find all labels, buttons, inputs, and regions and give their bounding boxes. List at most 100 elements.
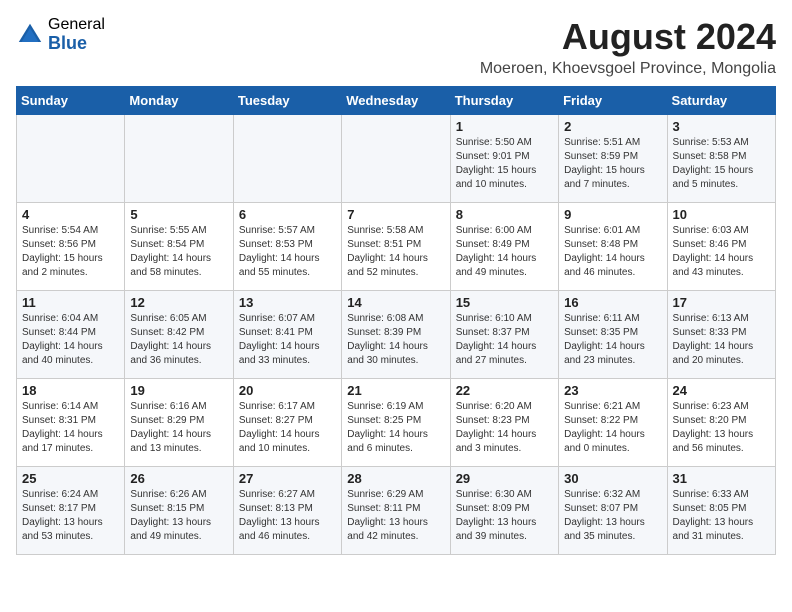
day-info: Sunrise: 6:30 AM Sunset: 8:09 PM Dayligh… [456, 488, 553, 544]
calendar-cell: 11 Sunrise: 6:04 AM Sunset: 8:44 PM Dayli… [17, 291, 125, 379]
day-info: Sunrise: 6:00 AM Sunset: 8:49 PM Dayligh… [456, 224, 553, 280]
day-number: 25 [22, 471, 119, 486]
day-number: 30 [564, 471, 661, 486]
calendar-cell: 23 Sunrise: 6:21 AM Sunset: 8:22 PM Dayli… [559, 379, 667, 467]
logo-icon [16, 21, 44, 49]
day-info: Sunrise: 5:50 AM Sunset: 9:01 PM Dayligh… [456, 136, 553, 192]
day-info: Sunrise: 6:10 AM Sunset: 8:37 PM Dayligh… [456, 312, 553, 368]
day-info: Sunrise: 5:54 AM Sunset: 8:56 PM Dayligh… [22, 224, 119, 280]
day-number: 4 [22, 207, 119, 222]
logo-text: General Blue [48, 16, 105, 53]
day-number: 17 [673, 295, 770, 310]
calendar-cell: 18Sunrise: 6:14 AM Sunset: 8:31 PM Dayli… [17, 379, 125, 467]
logo: General Blue [16, 16, 105, 53]
calendar-cell: 26 Sunrise: 6:26 AM Sunset: 8:15 PM Dayli… [125, 467, 233, 555]
calendar-cell: 19 Sunrise: 6:16 AM Sunset: 8:29 PM Dayli… [125, 379, 233, 467]
logo-blue: Blue [48, 34, 105, 54]
calendar-cell: 15 Sunrise: 6:10 AM Sunset: 8:37 PM Dayli… [450, 291, 558, 379]
day-number: 23 [564, 383, 661, 398]
day-info: Sunrise: 6:11 AM Sunset: 8:35 PM Dayligh… [564, 312, 661, 368]
weekday-header-saturday: Saturday [667, 87, 775, 115]
day-info: Sunrise: 6:20 AM Sunset: 8:23 PM Dayligh… [456, 400, 553, 456]
calendar-header-row: SundayMondayTuesdayWednesdayThursdayFrid… [17, 87, 776, 115]
calendar-cell: 10 Sunrise: 6:03 AM Sunset: 8:46 PM Dayli… [667, 203, 775, 291]
day-info: Sunrise: 5:53 AM Sunset: 8:58 PM Dayligh… [673, 136, 770, 192]
day-info: Sunrise: 6:23 AM Sunset: 8:20 PM Dayligh… [673, 400, 770, 456]
day-number: 2 [564, 119, 661, 134]
calendar-cell: 24Sunrise: 6:23 AM Sunset: 8:20 PM Dayli… [667, 379, 775, 467]
day-number: 8 [456, 207, 553, 222]
day-info: Sunrise: 6:04 AM Sunset: 8:44 PM Dayligh… [22, 312, 119, 368]
day-number: 15 [456, 295, 553, 310]
day-info: Sunrise: 5:55 AM Sunset: 8:54 PM Dayligh… [130, 224, 227, 280]
day-info: Sunrise: 6:21 AM Sunset: 8:22 PM Dayligh… [564, 400, 661, 456]
calendar-cell: 21Sunrise: 6:19 AM Sunset: 8:25 PM Dayli… [342, 379, 450, 467]
day-number: 14 [347, 295, 444, 310]
calendar-cell: 2 Sunrise: 5:51 AM Sunset: 8:59 PM Daylig… [559, 115, 667, 203]
day-number: 6 [239, 207, 336, 222]
calendar-cell: 31Sunrise: 6:33 AM Sunset: 8:05 PM Dayli… [667, 467, 775, 555]
day-number: 13 [239, 295, 336, 310]
day-info: Sunrise: 5:58 AM Sunset: 8:51 PM Dayligh… [347, 224, 444, 280]
calendar-cell: 13 Sunrise: 6:07 AM Sunset: 8:41 PM Dayli… [233, 291, 341, 379]
calendar-cell: 7Sunrise: 5:58 AM Sunset: 8:51 PM Daylig… [342, 203, 450, 291]
day-number: 27 [239, 471, 336, 486]
day-info: Sunrise: 6:03 AM Sunset: 8:46 PM Dayligh… [673, 224, 770, 280]
day-number: 19 [130, 383, 227, 398]
day-info: Sunrise: 6:27 AM Sunset: 8:13 PM Dayligh… [239, 488, 336, 544]
calendar-cell: 30 Sunrise: 6:32 AM Sunset: 8:07 PM Dayli… [559, 467, 667, 555]
calendar-cell: 14Sunrise: 6:08 AM Sunset: 8:39 PM Dayli… [342, 291, 450, 379]
day-info: Sunrise: 6:26 AM Sunset: 8:15 PM Dayligh… [130, 488, 227, 544]
day-number: 26 [130, 471, 227, 486]
calendar-week-4: 18Sunrise: 6:14 AM Sunset: 8:31 PM Dayli… [17, 379, 776, 467]
day-info: Sunrise: 6:24 AM Sunset: 8:17 PM Dayligh… [22, 488, 119, 544]
weekday-header-wednesday: Wednesday [342, 87, 450, 115]
day-info: Sunrise: 6:16 AM Sunset: 8:29 PM Dayligh… [130, 400, 227, 456]
page-header: General Blue August 2024 Moeroen, Khoevs… [16, 16, 776, 78]
calendar-cell: 5Sunrise: 5:55 AM Sunset: 8:54 PM Daylig… [125, 203, 233, 291]
day-number: 22 [456, 383, 553, 398]
calendar-cell: 3 Sunrise: 5:53 AM Sunset: 8:58 PM Daylig… [667, 115, 775, 203]
logo-general: General [48, 16, 105, 34]
calendar-cell: 17 Sunrise: 6:13 AM Sunset: 8:33 PM Dayli… [667, 291, 775, 379]
calendar-cell: 29 Sunrise: 6:30 AM Sunset: 8:09 PM Dayli… [450, 467, 558, 555]
day-number: 9 [564, 207, 661, 222]
day-number: 16 [564, 295, 661, 310]
location: Moeroen, Khoevsgoel Province, Mongolia [480, 60, 776, 78]
weekday-header-tuesday: Tuesday [233, 87, 341, 115]
calendar-cell: 27 Sunrise: 6:27 AM Sunset: 8:13 PM Dayli… [233, 467, 341, 555]
title-block: August 2024 Moeroen, Khoevsgoel Province… [480, 16, 776, 78]
calendar-table: SundayMondayTuesdayWednesdayThursdayFrid… [16, 86, 776, 555]
calendar-cell [342, 115, 450, 203]
calendar-cell: 28Sunrise: 6:29 AM Sunset: 8:11 PM Dayli… [342, 467, 450, 555]
calendar-week-3: 11 Sunrise: 6:04 AM Sunset: 8:44 PM Dayli… [17, 291, 776, 379]
day-info: Sunrise: 6:32 AM Sunset: 8:07 PM Dayligh… [564, 488, 661, 544]
calendar-cell: 12Sunrise: 6:05 AM Sunset: 8:42 PM Dayli… [125, 291, 233, 379]
day-number: 11 [22, 295, 119, 310]
day-info: Sunrise: 6:17 AM Sunset: 8:27 PM Dayligh… [239, 400, 336, 456]
calendar-week-1: 1 Sunrise: 5:50 AM Sunset: 9:01 PM Daylig… [17, 115, 776, 203]
day-info: Sunrise: 6:07 AM Sunset: 8:41 PM Dayligh… [239, 312, 336, 368]
weekday-header-monday: Monday [125, 87, 233, 115]
day-number: 12 [130, 295, 227, 310]
weekday-header-sunday: Sunday [17, 87, 125, 115]
calendar-cell: 6 Sunrise: 5:57 AM Sunset: 8:53 PM Daylig… [233, 203, 341, 291]
day-number: 29 [456, 471, 553, 486]
day-info: Sunrise: 5:51 AM Sunset: 8:59 PM Dayligh… [564, 136, 661, 192]
calendar-week-5: 25 Sunrise: 6:24 AM Sunset: 8:17 PM Dayli… [17, 467, 776, 555]
day-info: Sunrise: 6:13 AM Sunset: 8:33 PM Dayligh… [673, 312, 770, 368]
month-year: August 2024 [480, 16, 776, 58]
weekday-header-friday: Friday [559, 87, 667, 115]
day-number: 1 [456, 119, 553, 134]
day-info: Sunrise: 6:33 AM Sunset: 8:05 PM Dayligh… [673, 488, 770, 544]
day-info: Sunrise: 5:57 AM Sunset: 8:53 PM Dayligh… [239, 224, 336, 280]
calendar-cell: 8 Sunrise: 6:00 AM Sunset: 8:49 PM Daylig… [450, 203, 558, 291]
day-info: Sunrise: 6:01 AM Sunset: 8:48 PM Dayligh… [564, 224, 661, 280]
calendar-cell: 25 Sunrise: 6:24 AM Sunset: 8:17 PM Dayli… [17, 467, 125, 555]
day-number: 3 [673, 119, 770, 134]
day-number: 28 [347, 471, 444, 486]
day-number: 10 [673, 207, 770, 222]
calendar-cell: 22 Sunrise: 6:20 AM Sunset: 8:23 PM Dayli… [450, 379, 558, 467]
day-number: 21 [347, 383, 444, 398]
calendar-cell: 16 Sunrise: 6:11 AM Sunset: 8:35 PM Dayli… [559, 291, 667, 379]
